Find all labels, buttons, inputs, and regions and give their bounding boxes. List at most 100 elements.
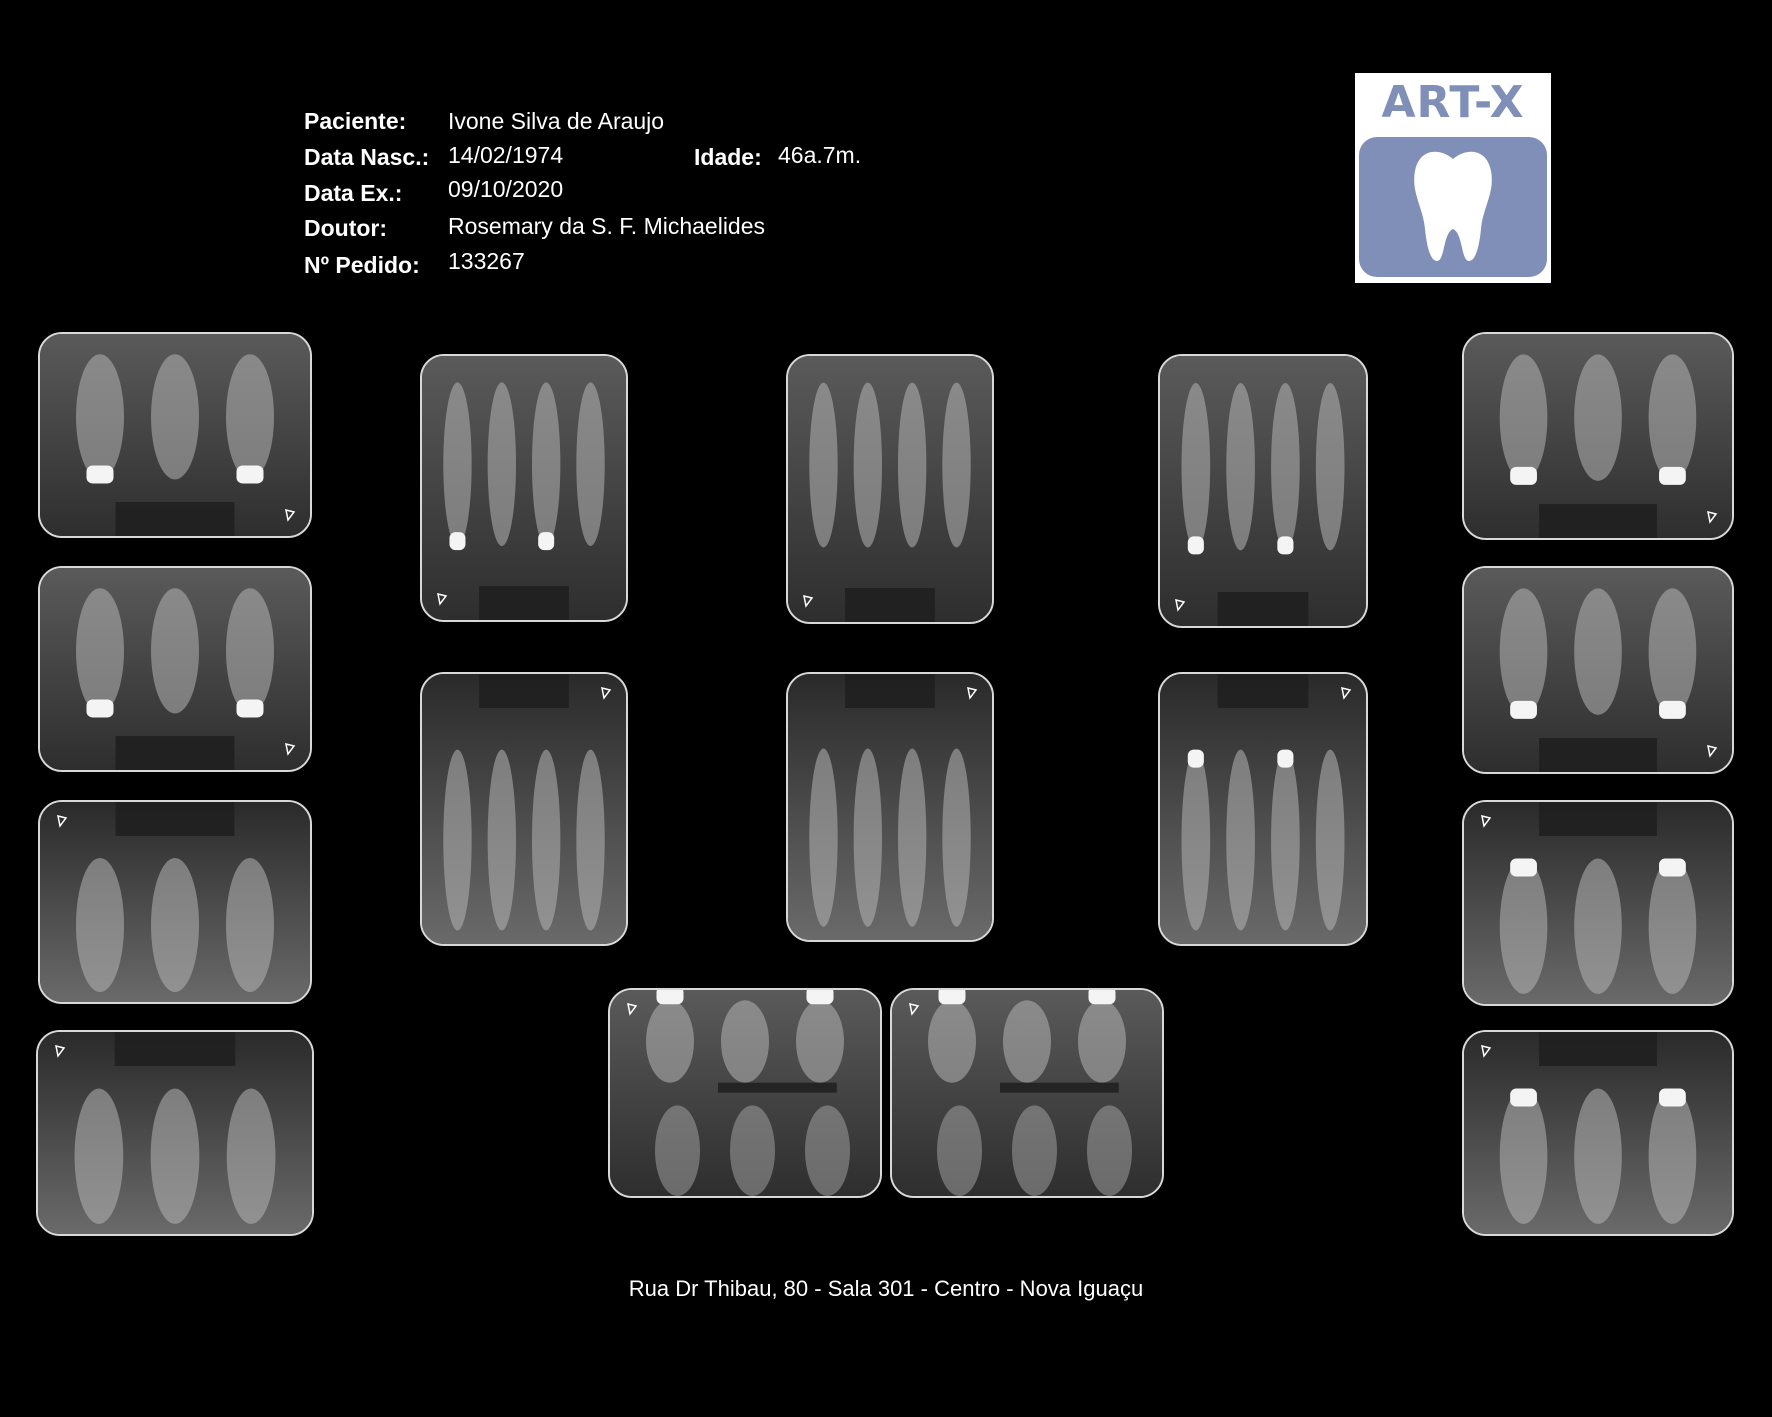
bite-block [1539,802,1657,836]
age-value: 46a.7m. [778,142,862,168]
radiograph-upper [1462,332,1734,540]
exam-label: Data Ex.: [304,180,403,206]
tooth-shadow [853,748,883,927]
teeth-shadows [74,1088,276,1224]
radiograph-lower [420,672,628,946]
patient-label: Paciente: [304,108,407,134]
bite-block [1217,592,1309,626]
tooth-icon [1414,151,1492,261]
teeth-shadows [76,588,274,718]
filling [1659,466,1686,485]
tooth-shadow [487,382,517,547]
age-label: Idade: [694,144,762,170]
bite-block [1539,1032,1657,1066]
radiograph-lower [786,672,994,942]
radiograph-lower [36,1030,314,1236]
tooth-shadow [730,1105,775,1196]
bite-block [1539,738,1657,772]
tooth-shadow [1648,588,1697,715]
tooth-shadow [805,1105,850,1196]
logo-box [1359,137,1547,277]
filling [449,532,466,551]
tooth-shadow [76,858,124,992]
tooth-shadow [1648,354,1697,481]
teeth-shadows [76,354,274,484]
filling [1277,749,1294,768]
radiograph-upper [38,332,312,538]
tooth-shadow [1003,1000,1051,1083]
filling [538,532,555,551]
tooth-shadow [1271,749,1300,931]
bite-block [845,588,935,622]
tooth-shadow [937,1105,982,1196]
radiograph-upper [420,354,628,622]
birth-date: 14/02/1974 [448,142,564,168]
tooth-shadow [226,858,274,992]
bite-block [1539,504,1657,538]
bite-block [1217,674,1309,708]
filling [1510,700,1537,719]
tooth-shadow [151,354,199,480]
tooth-shadow [897,748,927,927]
tooth-shadow [646,1000,694,1083]
tooth-shadow [1574,1088,1622,1224]
filling [938,990,966,1005]
tooth-shadow [1499,1088,1548,1224]
tooth-shadow [443,749,472,931]
tooth-shadow [942,748,971,927]
tooth-shadow [226,1088,276,1224]
teeth-shadows [76,858,274,992]
tooth-shadow [942,382,971,548]
tooth-shadow [151,858,199,992]
radiograph-bitewing [890,988,1164,1198]
bite-block [115,802,235,836]
radiograph-bitewing [608,988,882,1198]
filling [656,990,684,1005]
radiograph-lower [1462,1030,1734,1236]
tooth-shadow [226,354,274,480]
teeth-shadows [1499,858,1697,994]
tooth-shadow [1078,1000,1126,1083]
tooth-shadow [1574,858,1622,994]
filling [1659,858,1686,877]
tooth-shadow [1271,383,1300,551]
radiograph-upper [1158,354,1368,628]
tooth-shadow [531,749,561,931]
radiograph-upper [38,566,312,772]
tooth-shadow [1226,749,1255,931]
tooth-shadow [1648,1088,1697,1224]
radiograph-lower [1462,800,1734,1006]
tooth-shadow [76,354,124,480]
tooth-shadow [897,382,927,548]
filling [86,465,114,484]
tooth-shadow [809,748,838,927]
tooth-shadow [576,749,605,931]
bite-block [845,674,935,708]
tooth-shadow [1087,1105,1132,1196]
order-label: Nº Pedido: [304,252,420,278]
bite-block [479,586,569,620]
tooth-shadow [1499,858,1548,994]
bite-block [479,674,569,708]
logo-text: ART-X [1381,77,1525,128]
doctor-label: Doutor: [304,215,388,241]
patient-name: Ivone Silva de Araujo [448,108,665,134]
radiograph-lower [38,800,312,1004]
clinic-address: Rua Dr Thibau, 80 - Sala 301 - Centro - … [628,1276,1144,1301]
tooth-shadow [809,382,838,548]
tooth-shadow [443,382,472,547]
art-x-logo: ART-X [1355,73,1551,283]
filling [1510,466,1537,485]
teeth-shadows [1499,354,1697,485]
tooth-shadow [928,1000,976,1083]
bite-block [115,736,235,770]
bite-block [115,502,235,536]
filling [1659,700,1686,719]
tooth-shadow [796,1000,844,1083]
exam-date: 09/10/2020 [448,176,564,202]
bite-block [114,1032,236,1066]
tooth-shadow [150,1088,200,1224]
filling [1510,1088,1537,1107]
tooth-shadow [1499,588,1548,715]
filling [806,990,834,1005]
